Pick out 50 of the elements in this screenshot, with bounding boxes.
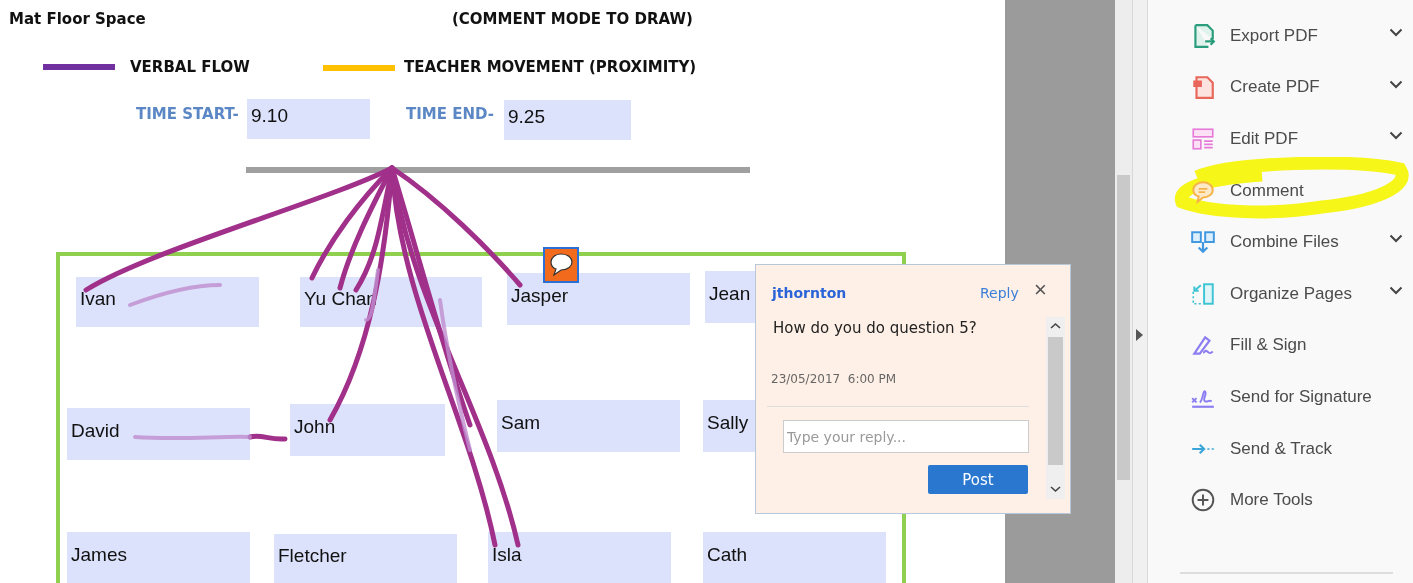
comment-text: How do you do question 5? [773,319,977,337]
comment-note-icon[interactable] [543,247,579,283]
chevron-icon[interactable] [1389,79,1403,89]
chevron-icon[interactable] [1389,131,1403,141]
tool-item[interactable]: Combine Files [1148,216,1413,268]
student-name-field[interactable]: Ivan [76,277,259,327]
scrollbar[interactable] [1046,317,1065,499]
reply-input[interactable]: Type your reply... [783,420,1029,453]
tool-icon [1190,126,1216,152]
post-button[interactable]: Post [928,465,1028,494]
tool-item[interactable]: Send & Track [1148,422,1413,475]
student-name-field[interactable]: Cath [703,532,886,583]
reply-link[interactable]: Reply [980,285,1019,301]
tool-item[interactable]: Create PDF [1148,61,1413,114]
scroll-up-icon[interactable] [1050,322,1061,330]
instruction-note: (COMMENT MODE TO DRAW) [452,10,693,28]
student-name-field[interactable]: Isla [488,532,671,583]
tool-icon [1190,74,1216,101]
student-name-field[interactable]: Fletcher [274,534,457,583]
tool-item[interactable]: Send for Signature [1148,371,1413,423]
close-button[interactable]: × [1034,279,1047,301]
tool-icon [1190,487,1216,514]
legend-label: VERBAL FLOW [130,58,250,76]
tool-item[interactable]: Comment [1148,164,1413,217]
student-name-field[interactable]: Sam [497,400,680,452]
chevron-icon[interactable] [1389,285,1403,295]
student-name-field[interactable]: John [290,404,445,456]
tool-item[interactable]: Export PDF [1148,10,1413,62]
student-name-field[interactable]: James [67,532,250,583]
tool-item[interactable]: Fill & Sign [1148,319,1413,372]
tool-item[interactable]: Organize Pages [1148,267,1413,320]
comment-author: jthornton [772,285,847,301]
student-name-field[interactable]: David [67,408,250,460]
tool-item[interactable]: Edit PDF [1148,113,1413,165]
scroll-down-icon[interactable] [1050,485,1061,493]
tool-icon [1190,229,1216,256]
time-field[interactable]: 9.10 [247,99,370,139]
time-label: TIME START- [136,105,239,123]
document-title: Mat Floor Space [9,10,146,28]
scrollbar[interactable] [1115,0,1133,583]
expand-arrow-icon[interactable] [1136,329,1143,341]
legend-label: TEACHER MOVEMENT (PROXIMITY) [404,58,697,76]
student-name-field[interactable]: Jasper [507,273,690,325]
chevron-icon[interactable] [1389,28,1403,37]
tool-icon [1190,280,1216,307]
tool-item[interactable]: More Tools [1148,474,1413,526]
time-label: TIME END- [406,105,494,123]
time-field[interactable]: 9.25 [504,100,631,140]
chevron-icon[interactable] [1389,234,1403,244]
comment-timestamp: 23/05/2017 6:00 PM [771,372,897,386]
